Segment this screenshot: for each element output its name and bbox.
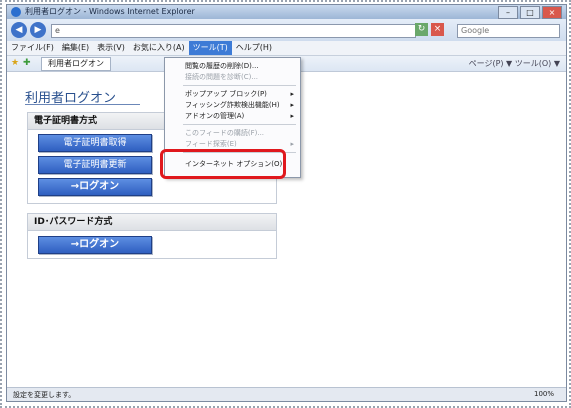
menu-edit[interactable]: 編集(E) bbox=[58, 41, 93, 55]
cert-acquire-button[interactable]: 電子証明書取得 bbox=[38, 134, 152, 152]
menu-item-phishing-filter[interactable]: フィッシング詐欺検出機能(H) ▸ bbox=[165, 100, 300, 110]
password-panel: ID･パスワード方式 →ログオン bbox=[27, 213, 277, 259]
search-input[interactable]: Google bbox=[457, 24, 560, 38]
ie-logo-icon bbox=[11, 7, 21, 17]
status-bar: 設定を変更します。 100% bbox=[7, 387, 566, 401]
add-favorite-icon[interactable]: ✚ bbox=[23, 58, 31, 68]
menu-item-addons[interactable]: アドオンの管理(A) ▸ bbox=[165, 111, 300, 121]
address-toolbar: ◀ ▶ e ↻ × Google bbox=[7, 19, 566, 41]
address-input[interactable]: e bbox=[51, 24, 416, 38]
cert-renew-button[interactable]: 電子証明書更新 bbox=[38, 156, 152, 174]
close-button[interactable]: × bbox=[542, 6, 562, 19]
menu-favorites[interactable]: お気に入り(A) bbox=[129, 41, 189, 55]
menu-item-delete-history[interactable]: 閲覧の履歴の削除(D)... bbox=[165, 61, 300, 71]
menu-separator bbox=[183, 85, 296, 86]
password-section-header: ID･パスワード方式 bbox=[28, 214, 276, 231]
menu-tools[interactable]: ツール(T) bbox=[188, 41, 232, 55]
tab-logon[interactable]: 利用者ログオン bbox=[41, 57, 111, 71]
menu-separator bbox=[183, 152, 296, 153]
menu-item-subscribe-feed: このフィードの購読(F)... bbox=[185, 129, 265, 137]
ie-window: 利用者ログオン - Windows Internet Explorer – □ … bbox=[6, 4, 567, 402]
menu-item-diagnose: 接続の問題を診断(C)... bbox=[185, 73, 259, 81]
submenu-arrow-icon: ▸ bbox=[290, 101, 294, 109]
back-arrow-icon[interactable]: ◀ bbox=[11, 22, 27, 38]
title-underline bbox=[25, 104, 140, 105]
submenu-arrow-icon: ▸ bbox=[290, 112, 294, 120]
password-logon-button[interactable]: →ログオン bbox=[38, 236, 152, 254]
cert-logon-button[interactable]: →ログオン bbox=[38, 178, 152, 196]
menu-item-popup-block[interactable]: ポップアップ ブロック(P) ▸ bbox=[165, 89, 300, 99]
tools-dropdown-menu: 閲覧の履歴の削除(D)... 接続の問題を診断(C)... ポップアップ ブロッ… bbox=[164, 57, 301, 178]
window-controls: – □ × bbox=[498, 6, 562, 19]
minimize-button[interactable]: – bbox=[498, 6, 518, 19]
title-bar: 利用者ログオン - Windows Internet Explorer – □ … bbox=[7, 5, 566, 19]
command-bar-tools[interactable]: ページ(P) ▼ ツール(O) ▼ bbox=[469, 58, 560, 69]
menu-bar: ファイル(F) 編集(E) 表示(V) お気に入り(A) ツール(T) ヘルプ(… bbox=[7, 41, 566, 56]
menu-item-feed-discovery: フィード探索(E) ▸ bbox=[185, 140, 294, 148]
menu-view[interactable]: 表示(V) bbox=[93, 41, 129, 55]
menu-separator bbox=[183, 124, 296, 125]
refresh-icon[interactable]: ↻ bbox=[415, 23, 428, 36]
status-text: 設定を変更します。 bbox=[13, 391, 76, 399]
favorites-star-icon[interactable]: ★ bbox=[11, 58, 19, 68]
maximize-button[interactable]: □ bbox=[520, 6, 540, 19]
stop-icon[interactable]: × bbox=[431, 23, 444, 36]
forward-arrow-icon[interactable]: ▶ bbox=[30, 22, 46, 38]
menu-file[interactable]: ファイル(F) bbox=[7, 41, 58, 55]
zoom-level[interactable]: 100% bbox=[534, 390, 554, 398]
window-title: 利用者ログオン - Windows Internet Explorer bbox=[25, 7, 195, 16]
menu-help[interactable]: ヘルプ(H) bbox=[232, 41, 276, 55]
submenu-arrow-icon: ▸ bbox=[290, 140, 294, 148]
submenu-arrow-icon: ▸ bbox=[290, 90, 294, 98]
menu-item-internet-options[interactable]: インターネット オプション(O) bbox=[165, 159, 300, 169]
